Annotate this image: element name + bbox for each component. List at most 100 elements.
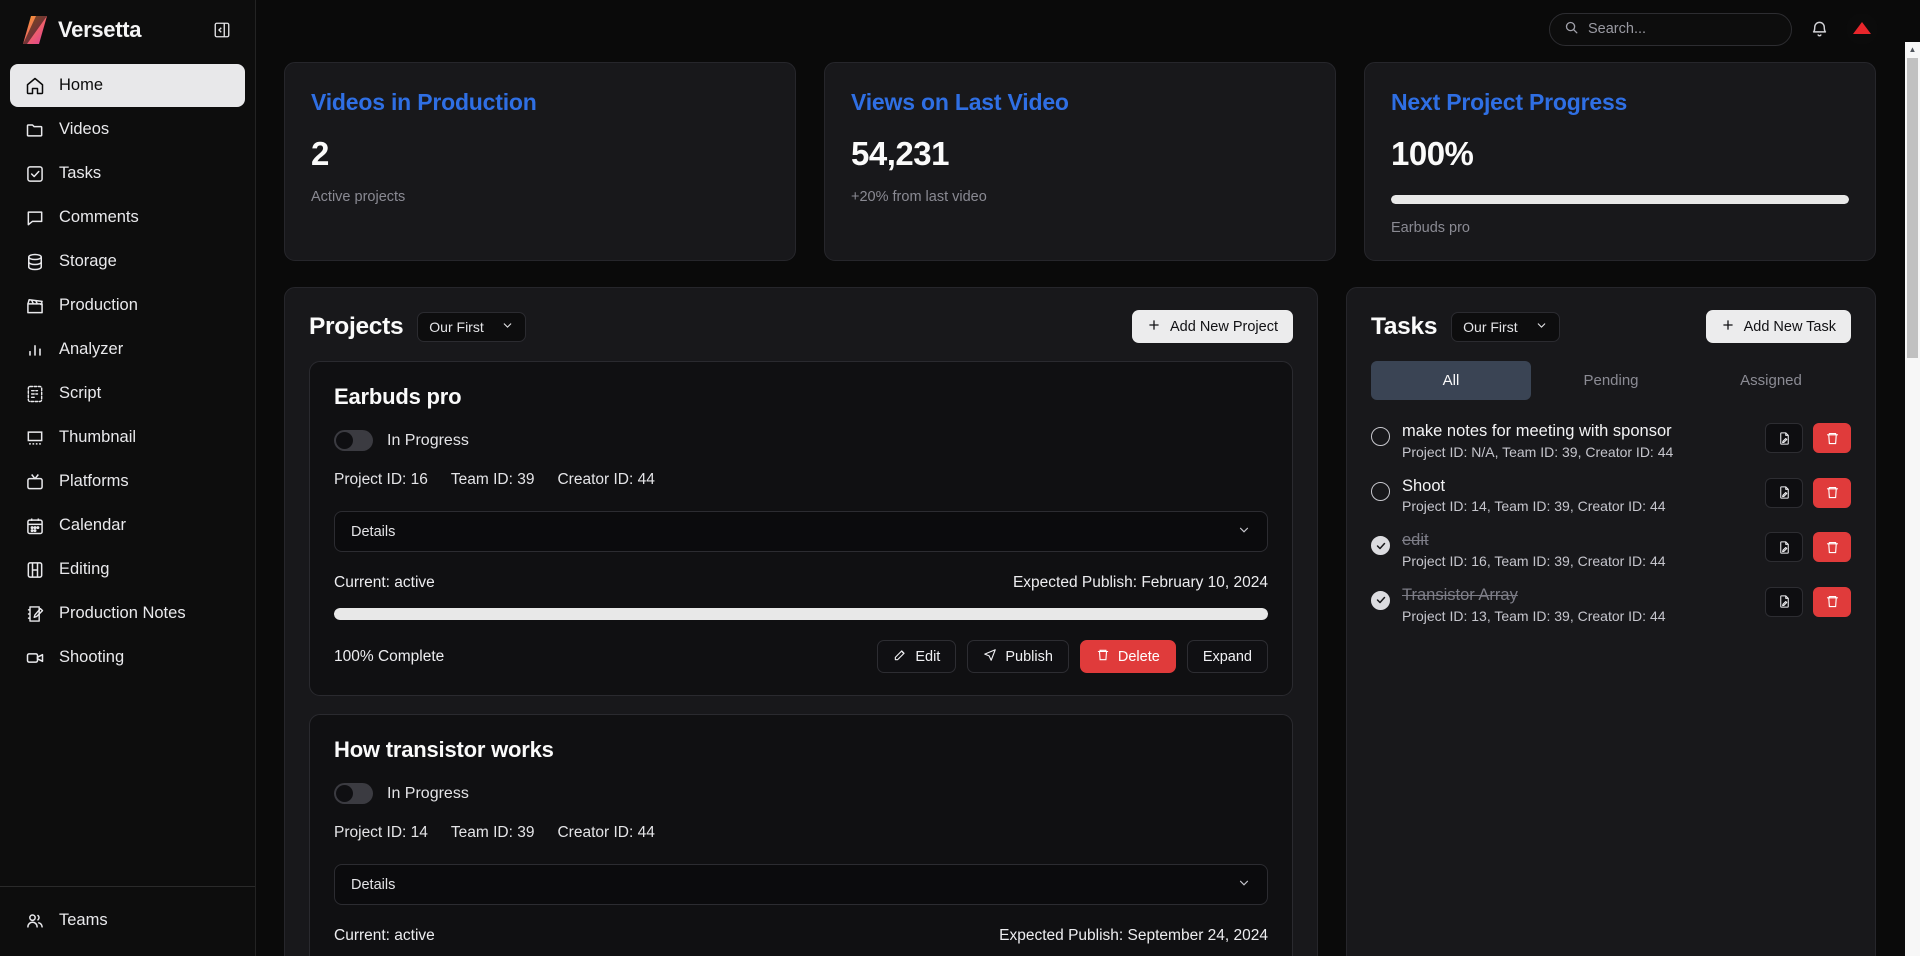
task-content: edit Project ID: 16, Team ID: 39, Creato… bbox=[1402, 530, 1753, 569]
stat-subtitle: +20% from last video bbox=[851, 189, 987, 205]
in-progress-toggle[interactable] bbox=[334, 783, 373, 804]
tab-all-label: All bbox=[1442, 372, 1460, 389]
task-actions bbox=[1765, 423, 1851, 453]
chevron-down-icon bbox=[1237, 523, 1251, 541]
page-scrollbar[interactable]: ▲ bbox=[1905, 42, 1920, 956]
tasks-team-select[interactable]: Our First bbox=[1451, 311, 1560, 342]
project-status-row: Current: active Expected Publish: Septem… bbox=[334, 927, 1268, 945]
video-camera-icon bbox=[24, 647, 45, 668]
task-checkbox[interactable] bbox=[1371, 481, 1390, 501]
task-actions bbox=[1765, 532, 1851, 563]
stat-cards: Videos in Production 2 Active projects V… bbox=[284, 62, 1876, 261]
creator-id: Creator ID: 44 bbox=[557, 471, 655, 488]
task-checkbox[interactable] bbox=[1371, 536, 1390, 556]
delete-button[interactable]: Delete bbox=[1079, 640, 1176, 673]
stat-subtitle: Active projects bbox=[311, 189, 406, 205]
task-checkbox[interactable] bbox=[1371, 427, 1390, 446]
add-new-task-button[interactable]: Add New Task bbox=[1705, 310, 1851, 343]
in-progress-toggle[interactable] bbox=[334, 430, 373, 451]
stat-value: 2 bbox=[311, 135, 329, 172]
toggle-label: In Progress bbox=[387, 431, 469, 449]
task-checkbox[interactable] bbox=[1371, 590, 1390, 610]
trash-icon[interactable] bbox=[1813, 532, 1851, 563]
brand-row: Versetta bbox=[0, 0, 255, 58]
search-box[interactable] bbox=[1549, 12, 1792, 46]
sidebar-item-teams[interactable]: Teams bbox=[10, 899, 245, 942]
add-new-project-button[interactable]: Add New Project bbox=[1132, 310, 1293, 343]
tab-assigned[interactable]: Assigned bbox=[1691, 361, 1851, 400]
tasks-panel: Tasks Our First Add New Task All Pending bbox=[1346, 287, 1876, 956]
sidebar-item-editing[interactable]: Editing bbox=[10, 548, 245, 591]
tab-assigned-label: Assigned bbox=[1740, 372, 1802, 389]
sidebar-item-thumbnail[interactable]: Thumbnail bbox=[10, 416, 245, 459]
team-id: Team ID: 39 bbox=[450, 824, 535, 841]
plus-icon bbox=[1147, 318, 1161, 336]
project-id: Project ID: 14 bbox=[334, 824, 428, 841]
sidebar-item-calendar[interactable]: Calendar bbox=[10, 504, 245, 547]
sidebar-item-production[interactable]: Production bbox=[10, 284, 245, 327]
brand-name: Versetta bbox=[58, 17, 142, 42]
task-meta: Project ID: N/A, Team ID: 39, Creator ID… bbox=[1402, 443, 1674, 460]
check-square-icon bbox=[24, 163, 45, 184]
sidebar-item-home[interactable]: Home bbox=[10, 64, 245, 107]
sidebar-footer-label: Teams bbox=[59, 911, 108, 929]
trash-icon[interactable] bbox=[1813, 586, 1851, 617]
details-label: Details bbox=[351, 876, 396, 893]
file-edit-icon[interactable] bbox=[1765, 532, 1803, 563]
tab-all[interactable]: All bbox=[1371, 361, 1531, 400]
trash-icon[interactable] bbox=[1813, 423, 1851, 453]
sidebar-item-shooting[interactable]: Shooting bbox=[10, 636, 245, 679]
sidebar-item-production-notes[interactable]: Production Notes bbox=[10, 592, 245, 635]
sidebar-item-analyzer[interactable]: Analyzer bbox=[10, 328, 245, 371]
expand-button[interactable]: Expand bbox=[1186, 640, 1268, 673]
database-icon bbox=[24, 251, 45, 272]
project-action-buttons: Edit Publish Delete Expand bbox=[877, 640, 1268, 673]
sidebar-item-tasks[interactable]: Tasks bbox=[10, 152, 245, 195]
stat-card-next-project-progress: Next Project Progress 100% Earbuds pro bbox=[1364, 62, 1876, 261]
creator-id: Creator ID: 44 bbox=[557, 824, 655, 841]
trash-icon[interactable] bbox=[1813, 477, 1851, 508]
user-avatar[interactable] bbox=[1846, 13, 1878, 45]
projects-team-select[interactable]: Our First bbox=[417, 311, 526, 342]
sidebar-item-storage[interactable]: Storage bbox=[10, 240, 245, 283]
list-item: edit Project ID: 16, Team ID: 39, Creato… bbox=[1371, 527, 1851, 572]
scrollbar-thumb[interactable] bbox=[1907, 58, 1918, 358]
project-complete-label: 100% Complete bbox=[334, 647, 445, 665]
sidebar: Versetta Home Videos Tasks Comments Stor… bbox=[0, 0, 256, 956]
tasks-team-value: Our First bbox=[1463, 318, 1518, 335]
projects-panel: Projects Our First Add New Project Earbu… bbox=[284, 287, 1318, 956]
scroll-up-arrow[interactable]: ▲ bbox=[1905, 42, 1920, 57]
search-input[interactable] bbox=[1588, 21, 1777, 37]
project-current-status: Current: active bbox=[334, 574, 435, 591]
panel-collapse-icon[interactable] bbox=[209, 17, 235, 43]
add-new-task-label: Add New Task bbox=[1743, 318, 1836, 335]
project-details-accordion[interactable]: Details bbox=[334, 864, 1268, 905]
sidebar-item-videos[interactable]: Videos bbox=[10, 108, 245, 151]
project-details-accordion[interactable]: Details bbox=[334, 511, 1268, 552]
sidebar-item-label: Comments bbox=[59, 208, 139, 226]
sidebar-item-script[interactable]: Script bbox=[10, 372, 245, 415]
file-edit-icon[interactable] bbox=[1765, 586, 1803, 617]
sidebar-item-platforms[interactable]: Platforms bbox=[10, 460, 245, 503]
task-meta: Project ID: 16, Team ID: 39, Creator ID:… bbox=[1402, 552, 1666, 569]
edit-button[interactable]: Edit bbox=[877, 640, 957, 673]
sidebar-item-comments[interactable]: Comments bbox=[10, 196, 245, 239]
file-edit-icon[interactable] bbox=[1765, 477, 1803, 508]
project-expected-publish: Expected Publish: September 24, 2024 bbox=[999, 927, 1268, 944]
project-ids: Project ID: 16 Team ID: 39 Creator ID: 4… bbox=[334, 471, 1268, 489]
publish-button[interactable]: Publish bbox=[967, 640, 1069, 673]
page-title: Projects bbox=[309, 312, 404, 340]
progress-bar-fill bbox=[1391, 195, 1849, 204]
task-filter-tabs: All Pending Assigned bbox=[1371, 361, 1851, 400]
tab-pending[interactable]: Pending bbox=[1531, 361, 1691, 400]
panels-row: Projects Our First Add New Project Earbu… bbox=[284, 287, 1876, 956]
home-icon bbox=[24, 75, 45, 96]
topbar bbox=[256, 0, 1920, 58]
stat-title: Videos in Production bbox=[311, 89, 537, 115]
bell-icon[interactable] bbox=[1808, 18, 1830, 40]
task-meta: Project ID: 14, Team ID: 39, Creator ID:… bbox=[1402, 498, 1666, 515]
file-edit-icon[interactable] bbox=[1765, 423, 1803, 453]
project-id: Project ID: 16 bbox=[334, 471, 428, 488]
search-icon bbox=[1564, 20, 1579, 39]
app-root: Versetta Home Videos Tasks Comments Stor… bbox=[0, 0, 1920, 956]
